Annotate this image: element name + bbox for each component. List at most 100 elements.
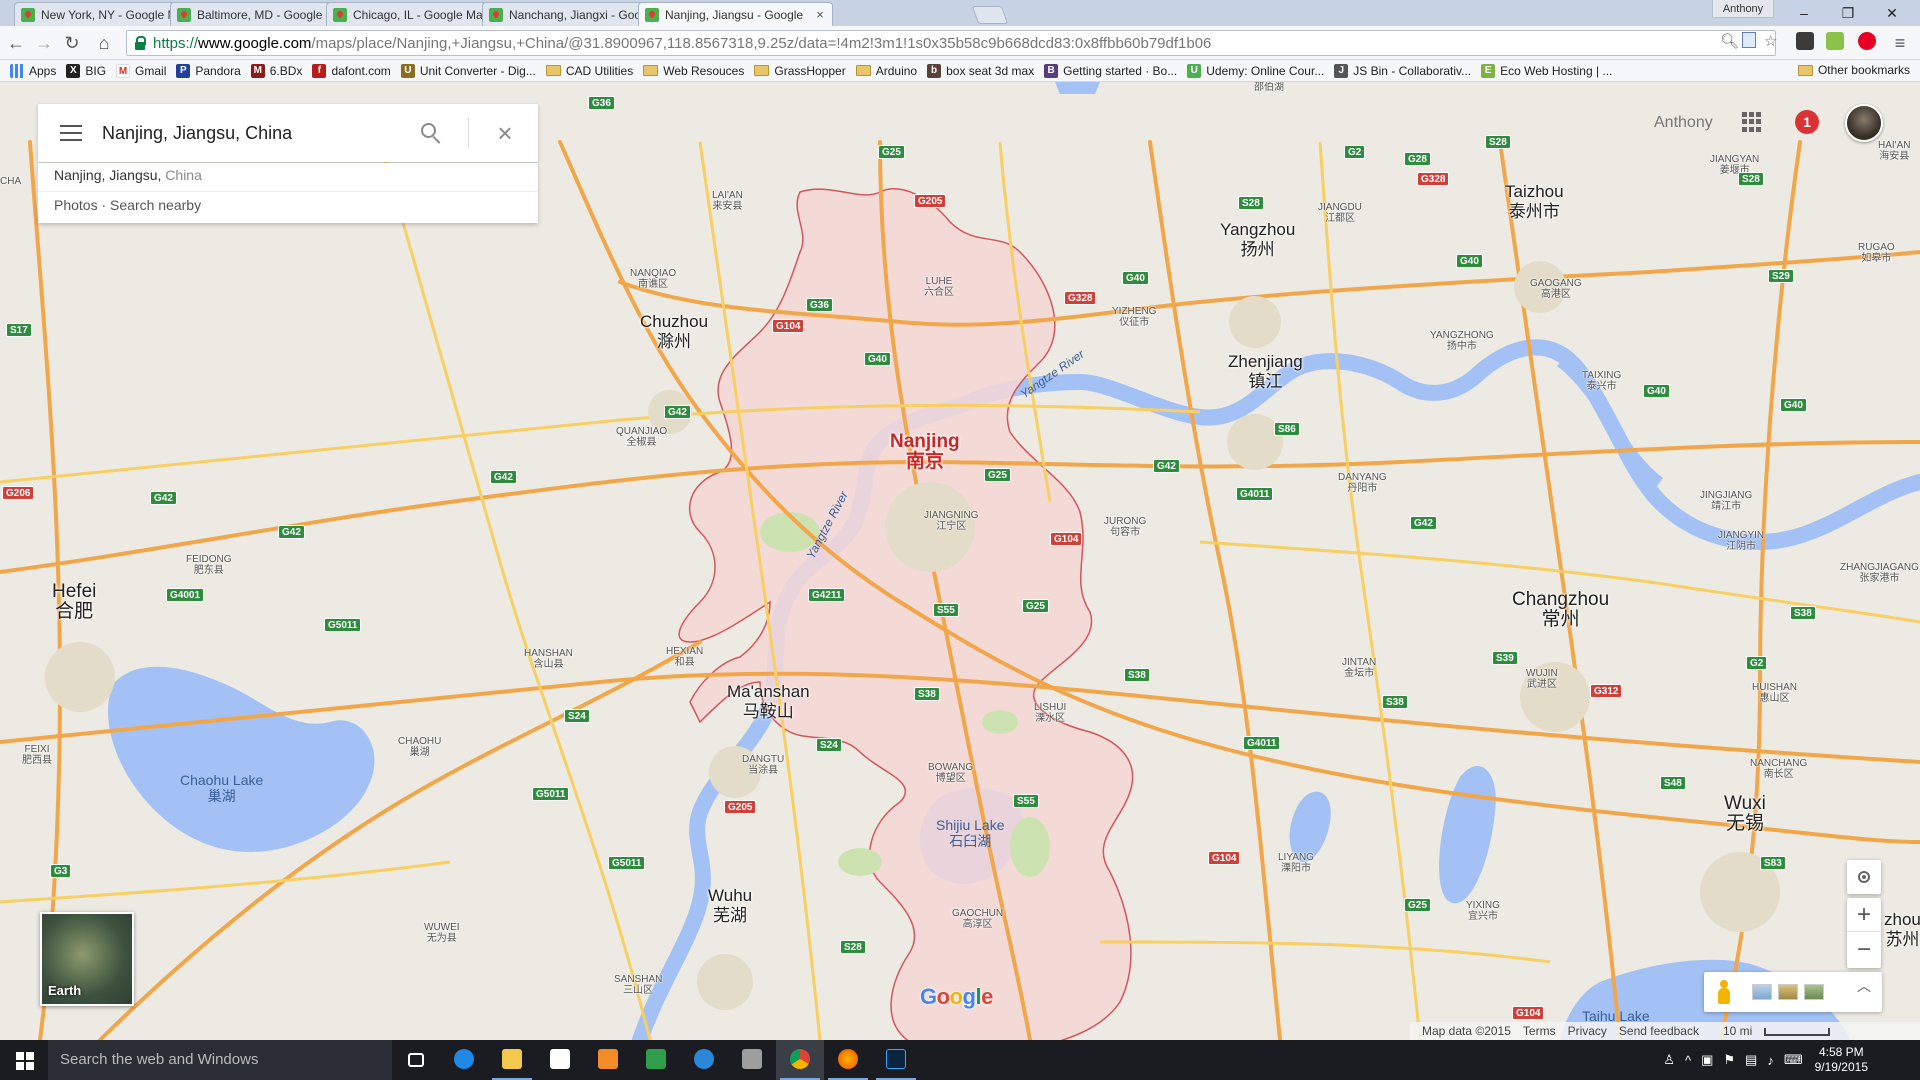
terms-link[interactable]: Terms (1523, 1024, 1556, 1038)
pegman-icon[interactable] (1718, 980, 1730, 1004)
menu-hamburger-icon[interactable] (38, 104, 102, 162)
bookmark-box-seat[interactable]: b box seat 3d max (927, 63, 1034, 78)
city-yangzhou[interactable]: Yangzhou 扬州 (1220, 220, 1295, 260)
home-icon[interactable]: ⌂ (92, 31, 116, 55)
new-tab-button[interactable] (971, 6, 1009, 24)
app-icon[interactable] (728, 1040, 776, 1080)
imagery-thumbnail[interactable] (1804, 984, 1824, 1000)
tab-nanjing[interactable]: Nanjing, Jiangsu - Google × (638, 2, 833, 26)
media-player-icon[interactable] (584, 1040, 632, 1080)
city-hefei[interactable]: Hefei 合肥 (52, 582, 96, 622)
close-icon[interactable]: × (490, 118, 520, 148)
city-wuhu[interactable]: Wuhu 芜湖 (708, 886, 752, 926)
city-name: Wuhu (708, 886, 753, 905)
bookmark-bootstrap[interactable]: B Getting started · Bo... (1044, 63, 1177, 78)
bookmark-udemy[interactable]: U Udemy: Online Cour... (1187, 63, 1324, 78)
suggestion-item[interactable]: Nanjing, Jiangsu, China (54, 167, 202, 183)
zoom-magnifier-icon[interactable]: 🔍︎ (1720, 32, 1739, 50)
bookmark-folder-cad[interactable]: CAD Utilities (545, 64, 633, 78)
bookmark-folder-arduino[interactable]: Arduino (855, 64, 917, 78)
network-app-icon[interactable] (680, 1040, 728, 1080)
extension-icon[interactable] (1826, 32, 1844, 50)
city-wuxi[interactable]: Wuxi 无锡 (1724, 794, 1766, 834)
flag-icon[interactable]: ⚑ (1723, 1052, 1735, 1068)
file-explorer-icon[interactable] (488, 1040, 536, 1080)
bookmark-folder-web[interactable]: Web Resouces (643, 64, 744, 78)
task-view-icon[interactable] (392, 1040, 440, 1080)
volume-icon[interactable]: ♪ (1767, 1053, 1774, 1068)
address-bar[interactable]: https:// www.google.com /maps/place/Nanj… (126, 30, 1776, 56)
city-chuzhou[interactable]: Chuzhou 滁州 (640, 312, 708, 352)
city-taizhou[interactable]: Taizhou 泰州市 (1505, 182, 1564, 222)
bookmark-star-icon[interactable]: ☆ (1764, 32, 1777, 50)
town-name-zh: 惠山区 (1759, 693, 1790, 704)
town-name-zh: 当涂县 (748, 765, 779, 776)
bookmark-folder-grasshopper[interactable]: GrassHopper (754, 64, 846, 78)
action-center-button[interactable] (1882, 1040, 1920, 1080)
pinterest-icon[interactable] (1858, 32, 1876, 50)
scale-indicator[interactable]: 10 mi (1711, 1024, 1831, 1038)
city-zhenjiang[interactable]: Zhenjiang 镇江 (1228, 352, 1303, 392)
search-icon[interactable] (418, 120, 444, 146)
zoom-out-button[interactable]: − (1847, 933, 1881, 967)
imagery-thumbnail[interactable] (1778, 984, 1798, 1000)
profile-badge[interactable]: Anthony (1712, 0, 1774, 18)
other-bookmarks[interactable]: Other bookmarks (1797, 63, 1910, 77)
send-feedback-link[interactable]: Send feedback (1619, 1024, 1699, 1038)
clock-date: 9/19/2015 (1814, 1060, 1868, 1074)
suggestion-actions[interactable]: Photos · Search nearby (54, 197, 201, 213)
chrome-menu-icon[interactable]: ≡ (1888, 31, 1912, 55)
search-input[interactable] (102, 118, 422, 148)
apps-grid-icon[interactable] (1742, 112, 1762, 132)
zoom-in-button[interactable]: + (1847, 898, 1881, 932)
keyboard-icon[interactable]: ⌨ (1784, 1052, 1803, 1068)
forward-arrow-icon[interactable]: → (32, 31, 56, 55)
back-arrow-icon[interactable]: ← (4, 31, 28, 55)
google-maps-icon (177, 7, 191, 22)
minimize-button[interactable]: – (1784, 2, 1824, 24)
close-window-button[interactable]: ✕ (1872, 2, 1912, 24)
city-name: Taizhou (1505, 182, 1564, 201)
chevron-up-icon[interactable]: ^ (1685, 1053, 1691, 1068)
bookmark-apps[interactable]: Apps (10, 63, 56, 78)
notification-badge[interactable]: 1 (1795, 110, 1819, 134)
bookmark-dafont[interactable]: f dafont.com (312, 63, 391, 78)
reload-icon[interactable]: ↻ (60, 31, 84, 55)
taskbar-clock[interactable]: 4:58 PM 9/19/2015 (1815, 1045, 1868, 1075)
map-canvas[interactable]: Yangtze River Yangtze River Chaohu Lake 巢… (0, 82, 1920, 1040)
photoshop-icon[interactable] (872, 1040, 920, 1080)
earth-view-toggle[interactable]: Earth (40, 912, 134, 1006)
edge-icon[interactable] (440, 1040, 488, 1080)
restore-button[interactable]: ❐ (1828, 2, 1868, 24)
bookmark-gmail[interactable]: M Gmail (116, 63, 166, 78)
bookmark-big[interactable]: X BIG (66, 63, 106, 78)
page-action-icon[interactable] (1742, 32, 1756, 48)
tab-close-icon[interactable]: × (814, 7, 826, 22)
my-location-button[interactable] (1847, 860, 1881, 894)
windows-start-icon[interactable] (0, 1040, 48, 1080)
store-icon[interactable] (536, 1040, 584, 1080)
extension-icon[interactable] (1796, 32, 1814, 50)
account-name[interactable]: Anthony (1654, 114, 1713, 132)
city-changzhou[interactable]: Changzhou 常州 (1512, 590, 1609, 630)
city-maanshan[interactable]: Ma'anshan 马鞍山 (727, 682, 810, 722)
stocks-app-icon[interactable] (632, 1040, 680, 1080)
firefox-icon[interactable] (824, 1040, 872, 1080)
chrome-icon[interactable] (776, 1040, 824, 1080)
town-name-zh: 和县 (674, 657, 695, 668)
city-nanjing[interactable]: Nanjing 南京 (890, 432, 960, 472)
bookmark-pandora[interactable]: P Pandora (176, 63, 241, 78)
bookmark-jsbin[interactable]: J JS Bin - Collaborativ... (1334, 63, 1471, 78)
chevron-up-icon[interactable]: ︿ (1854, 979, 1874, 1004)
town-name: YANGZHONG (1430, 330, 1494, 341)
bookmark-6bdx[interactable]: M 6.BDx (250, 63, 302, 78)
person-icon[interactable]: ♙ (1663, 1052, 1675, 1068)
bookmark-eco-web[interactable]: E Eco Web Hosting | ... (1481, 63, 1612, 78)
network-icon[interactable]: ▤ (1745, 1052, 1757, 1068)
taskbar-search-input[interactable]: Search the web and Windows (48, 1040, 392, 1080)
tray-app-icon[interactable]: ▣ (1701, 1052, 1713, 1068)
imagery-thumbnail[interactable] (1752, 984, 1772, 1000)
privacy-link[interactable]: Privacy (1568, 1024, 1607, 1038)
bookmark-unit-converter[interactable]: U Unit Converter - Dig... (400, 63, 536, 78)
avatar[interactable] (1845, 104, 1883, 142)
